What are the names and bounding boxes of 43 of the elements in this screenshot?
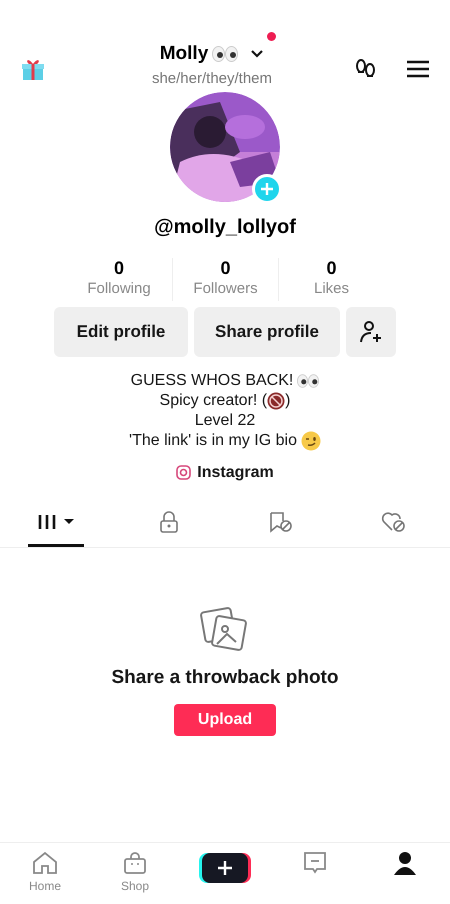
create-button[interactable] — [202, 853, 248, 883]
bio-line: Level 22 — [194, 410, 256, 430]
shopping-bag-icon — [123, 851, 147, 875]
username: @molly_lollyof — [153, 215, 297, 240]
share-profile-button[interactable]: Share profile — [194, 306, 340, 356]
home-icon — [32, 851, 58, 875]
bio-line: ) — [285, 390, 290, 410]
nav-profile-tab[interactable] — [393, 851, 417, 875]
eyes-emoji-icon — [212, 46, 238, 62]
stat-label: Followers — [193, 279, 258, 299]
instagram-icon — [176, 465, 192, 480]
bio-line: 'The link' is in my IG bio — [129, 430, 297, 450]
stat-label: Following — [87, 279, 151, 299]
message-icon — [303, 851, 327, 875]
heart-hidden-icon — [380, 511, 407, 533]
nav-inbox-tab[interactable] — [303, 851, 327, 875]
stat-count: 0 — [220, 258, 230, 278]
instagram-link[interactable]: Instagram — [176, 460, 274, 484]
profile-name: Molly — [160, 42, 208, 66]
person-icon — [393, 851, 417, 875]
wink-emoji-icon — [300, 430, 321, 450]
stat-label: Likes — [314, 279, 350, 299]
eyes-emoji-icon — [297, 374, 320, 388]
empty-state-title: Share a throwback photo — [112, 666, 338, 690]
bio-line: GUESS WHOS BACK! — [130, 370, 294, 390]
add-person-icon — [359, 320, 383, 344]
pronouns-text: she/her/they/them — [152, 69, 272, 89]
plus-icon — [260, 182, 274, 196]
plus-icon — [218, 861, 232, 875]
nav-home-tab[interactable]: Home — [28, 851, 61, 895]
upload-button[interactable]: Upload — [174, 704, 276, 736]
stat-count: 0 — [114, 258, 124, 278]
grid-dropdown-icon — [37, 514, 76, 530]
no-minors-emoji-icon — [267, 392, 286, 410]
bookmark-hidden-icon — [269, 511, 294, 533]
edit-profile-button[interactable]: Edit profile — [54, 306, 188, 356]
stat-count: 0 — [326, 258, 336, 278]
nav-shop-tab[interactable]: Shop — [120, 851, 150, 895]
lock-icon — [158, 511, 179, 533]
add-friend-button[interactable] — [346, 306, 396, 356]
chevron-down-icon[interactable] — [250, 48, 264, 59]
bio-line: Spicy creator! ( — [160, 390, 268, 410]
menu-icon[interactable] — [406, 59, 430, 79]
